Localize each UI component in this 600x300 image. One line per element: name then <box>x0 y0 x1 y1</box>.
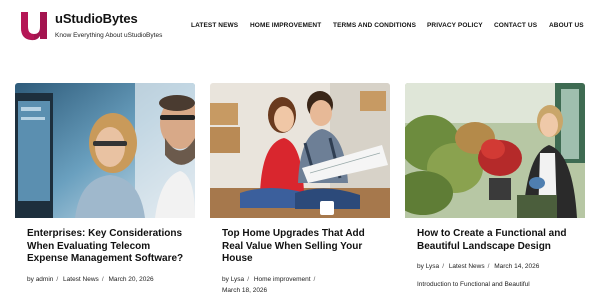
author-prefix: by <box>222 275 229 283</box>
post-category[interactable]: Home improvement <box>254 276 311 283</box>
post-date: March 18, 2026 <box>222 286 268 294</box>
nav-privacy-policy[interactable]: PRIVACY POLICY <box>427 22 483 29</box>
post-thumbnail-garden[interactable] <box>405 83 585 218</box>
site-tagline: Know Everything About uStudioBytes <box>55 32 163 39</box>
post-author[interactable]: Lysa <box>426 263 440 270</box>
meta-separator: / <box>442 263 444 271</box>
nav-contact-us[interactable]: CONTACT US <box>494 22 537 29</box>
main-nav: LATEST NEWS HOME IMPROVEMENT TERMS AND C… <box>0 22 600 32</box>
meta-separator: / <box>56 275 59 283</box>
meta-separator: / <box>487 263 490 271</box>
post-title[interactable]: Enterprises: Key Considerations When Eva… <box>27 228 189 266</box>
post-card-body: Enterprises: Key Considerations When Eva… <box>27 228 189 285</box>
post-meta: by admin / Latest News / March 20, 2026 <box>27 274 189 285</box>
site-header: uStudioBytes Know Everything About uStud… <box>0 0 600 50</box>
post-title[interactable]: Top Home Upgrades That Add Real Value Wh… <box>222 228 384 266</box>
post-meta: by Lysa / Home improvement / March 18, 202… <box>222 274 384 296</box>
post-excerpt: Introduction to Functional and Beautiful <box>417 281 530 289</box>
nav-terms-and-conditions[interactable]: TERMS AND CONDITIONS <box>333 22 416 29</box>
nav-latest-news[interactable]: LATEST NEWS <box>191 22 238 29</box>
post-category[interactable]: Latest News <box>449 263 485 270</box>
post-author[interactable]: Lysa <box>231 276 245 283</box>
post-author[interactable]: admin <box>36 276 54 283</box>
post-title[interactable]: How to Create a Functional and Beautiful… <box>417 228 579 253</box>
post-thumbnail-couple[interactable] <box>210 83 390 218</box>
post-card: Enterprises: Key Considerations When Eva… <box>15 83 195 300</box>
meta-separator: / <box>313 275 316 283</box>
meta-separator: / <box>101 275 104 283</box>
post-card: Top Home Upgrades That Add Real Value Wh… <box>210 83 390 300</box>
post-category[interactable]: Latest News <box>63 276 99 283</box>
author-prefix: by <box>417 263 424 271</box>
nav-about-us[interactable]: ABOUT US <box>549 22 584 29</box>
post-card: How to Create a Functional and Beautiful… <box>405 83 585 300</box>
meta-separator: / <box>247 275 249 283</box>
post-card-body: Top Home Upgrades That Add Real Value Wh… <box>222 228 384 296</box>
post-meta: by Lysa / Latest News / March 14, 2026 <box>417 261 579 272</box>
post-date: March 14, 2026 <box>494 263 540 271</box>
post-date: March 20, 2026 <box>108 275 154 283</box>
nav-home-improvement[interactable]: HOME IMPROVEMENT <box>250 22 321 29</box>
author-prefix: by <box>27 275 34 283</box>
post-card-body: How to Create a Functional and Beautiful… <box>417 228 579 290</box>
post-thumbnail-office[interactable] <box>15 83 195 218</box>
